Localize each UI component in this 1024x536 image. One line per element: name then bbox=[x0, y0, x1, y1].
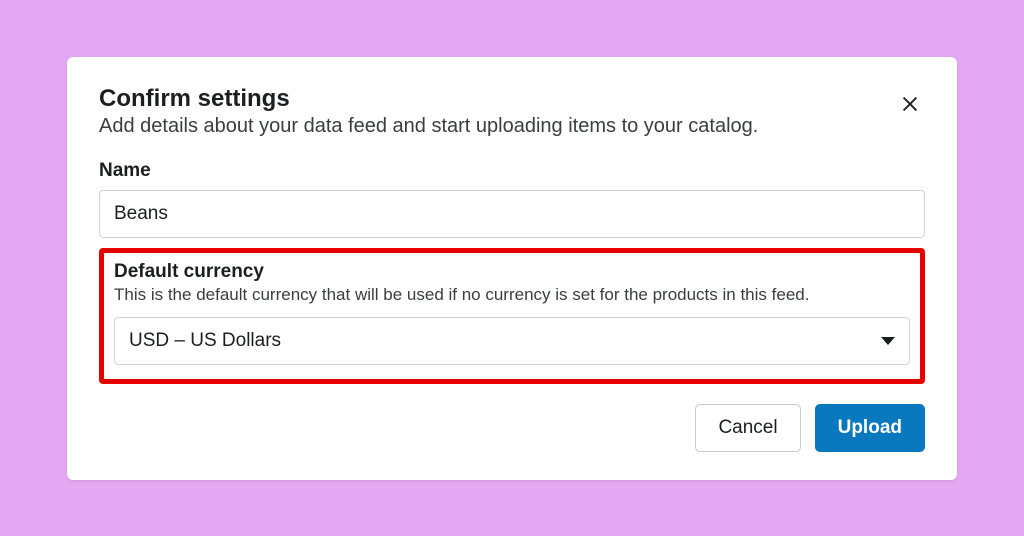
currency-selected-value: USD – US Dollars bbox=[129, 330, 281, 352]
dialog-footer: Cancel Upload bbox=[99, 404, 925, 452]
caret-down-icon bbox=[881, 337, 895, 345]
currency-label: Default currency bbox=[114, 261, 910, 283]
name-field-group: Name bbox=[99, 160, 925, 238]
header-text: Confirm settings Add details about your … bbox=[99, 85, 895, 138]
close-button[interactable] bbox=[895, 89, 925, 124]
close-icon bbox=[899, 93, 921, 115]
currency-select-wrapper: USD – US Dollars bbox=[114, 317, 910, 365]
upload-button[interactable]: Upload bbox=[815, 404, 925, 452]
cancel-button[interactable]: Cancel bbox=[695, 404, 800, 452]
name-label: Name bbox=[99, 160, 925, 182]
currency-select[interactable]: USD – US Dollars bbox=[114, 317, 910, 365]
confirm-settings-dialog: Confirm settings Add details about your … bbox=[67, 57, 957, 480]
name-input[interactable] bbox=[99, 190, 925, 238]
dialog-header: Confirm settings Add details about your … bbox=[99, 85, 925, 138]
currency-highlight-box: Default currency This is the default cur… bbox=[99, 248, 925, 384]
currency-help-text: This is the default currency that will b… bbox=[114, 285, 910, 305]
dialog-subtitle: Add details about your data feed and sta… bbox=[99, 115, 895, 138]
dialog-title: Confirm settings bbox=[99, 85, 895, 113]
